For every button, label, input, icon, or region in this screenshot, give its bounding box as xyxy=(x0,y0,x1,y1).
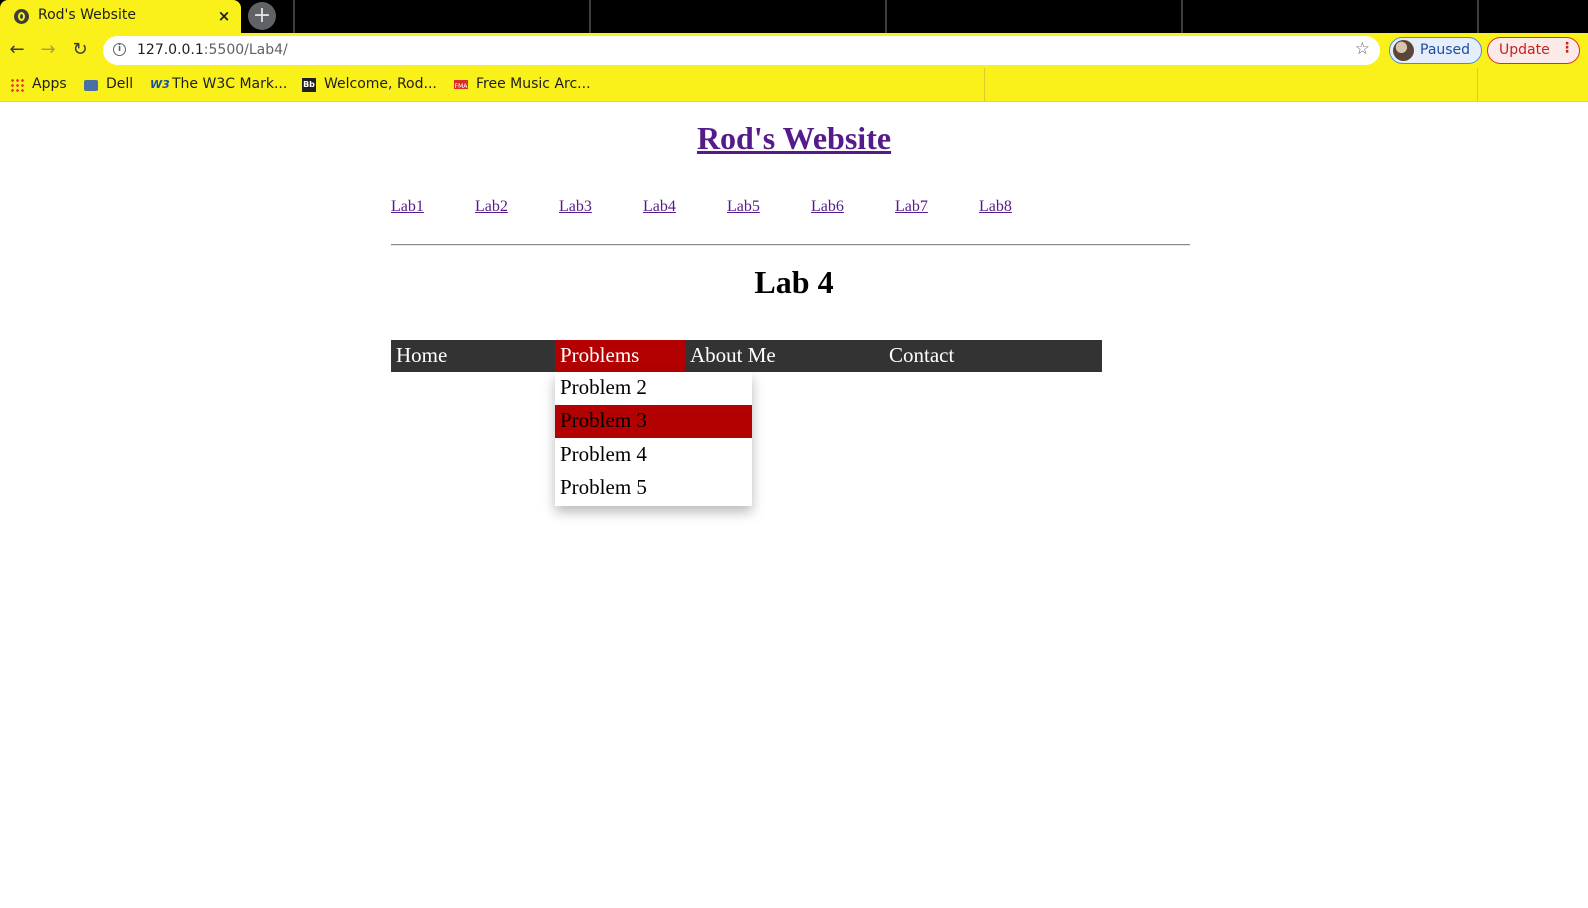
new-tab-button[interactable]: + xyxy=(248,2,276,30)
site-info-icon[interactable]: i xyxy=(113,43,126,56)
tab-divider xyxy=(885,0,887,33)
tab-divider xyxy=(1477,0,1479,33)
folder-icon xyxy=(84,80,98,91)
kebab-menu-icon: ⋮ xyxy=(1560,40,1574,56)
address-bar[interactable]: i 127.0.0.1:5500/Lab4/ ☆ xyxy=(103,36,1380,65)
lab8-link[interactable]: Lab8 xyxy=(979,198,1012,216)
avatar xyxy=(1393,40,1414,61)
profile-status: Paused xyxy=(1420,42,1471,58)
divider xyxy=(984,68,985,101)
url-host: 127.0.0.1 xyxy=(137,42,204,58)
update-button[interactable]: Update ⋮ xyxy=(1487,37,1580,64)
bookmark-star-icon[interactable]: ☆ xyxy=(1355,39,1370,59)
tab-divider xyxy=(1181,0,1183,33)
menu-contact[interactable]: Contact xyxy=(884,340,1084,372)
page-heading: Lab 4 xyxy=(754,264,834,300)
lab5-link[interactable]: Lab5 xyxy=(727,198,760,216)
menu-home[interactable]: Home xyxy=(391,340,555,372)
menu-problems[interactable]: Problems xyxy=(555,340,685,372)
dropdown-item-problem-3[interactable]: Problem 3 xyxy=(555,405,752,438)
tab-title: Rod's Website xyxy=(38,7,136,23)
fma-icon: FMA xyxy=(454,80,468,90)
dropdown-item-problem-4[interactable]: Problem 4 xyxy=(555,439,752,472)
browser-toolbar: ← → ↻ i 127.0.0.1:5500/Lab4/ ☆ Paused Up… xyxy=(0,33,1588,68)
close-tab-icon[interactable]: × xyxy=(213,5,235,27)
profile-button[interactable]: Paused xyxy=(1389,37,1482,64)
bookmark-label: Apps xyxy=(32,76,67,92)
page-content: Rod's Website Lab1 Lab2 Lab3 Lab4 Lab5 L… xyxy=(0,102,1588,908)
main-menu: Home Problems About Me Contact xyxy=(391,340,1102,372)
blackboard-icon: Bb xyxy=(302,78,316,92)
horizontal-rule xyxy=(391,244,1190,246)
update-label: Update xyxy=(1499,42,1550,58)
site-title-link[interactable]: Rod's Website xyxy=(697,120,891,156)
bookmark-label: The W3C Mark... xyxy=(172,76,288,92)
w3c-icon: W3 xyxy=(150,78,170,91)
divider xyxy=(1477,68,1478,101)
bookmark-label: Welcome, Rod... xyxy=(324,76,437,92)
apps-grid-icon xyxy=(10,78,24,92)
bookmarks-bar: Apps Dell W3 The W3C Mark... Bb Welcome,… xyxy=(0,68,1588,102)
reload-button[interactable]: ↻ xyxy=(66,36,94,64)
tab-strip: Rod's Website × + xyxy=(0,0,1588,33)
dropdown-item-problem-2[interactable]: Problem 2 xyxy=(555,372,752,405)
tab-divider xyxy=(589,0,591,33)
lab4-link[interactable]: Lab4 xyxy=(643,198,676,216)
lab7-link[interactable]: Lab7 xyxy=(895,198,928,216)
browser-tab[interactable]: Rod's Website × xyxy=(0,0,241,33)
bookmark-label: Free Music Arc... xyxy=(476,76,591,92)
globe-icon xyxy=(14,9,29,24)
lab3-link[interactable]: Lab3 xyxy=(559,198,592,216)
dropdown-item-problem-5[interactable]: Problem 5 xyxy=(555,472,752,505)
lab1-link[interactable]: Lab1 xyxy=(391,198,424,216)
problems-dropdown: Problem 2 Problem 3 Problem 4 Problem 5 xyxy=(555,372,752,506)
site-title: Rod's Website xyxy=(0,120,1588,157)
lab2-link[interactable]: Lab2 xyxy=(475,198,508,216)
back-button[interactable]: ← xyxy=(3,36,31,64)
lab6-link[interactable]: Lab6 xyxy=(811,198,844,216)
url-path: :5500/Lab4/ xyxy=(203,42,288,58)
url-text[interactable]: 127.0.0.1:5500/Lab4/ xyxy=(137,42,288,58)
forward-button[interactable]: → xyxy=(34,36,62,64)
bookmark-label: Dell xyxy=(106,76,134,92)
tab-divider xyxy=(293,0,295,33)
menu-about-me[interactable]: About Me xyxy=(685,340,883,372)
